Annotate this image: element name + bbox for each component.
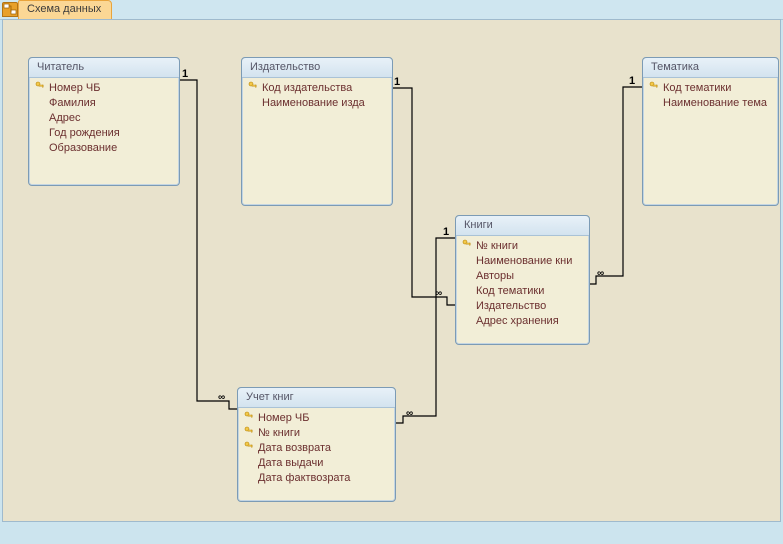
entity-body: Номер ЧБФамилияАдресГод рожденияОбразова… bbox=[29, 78, 179, 162]
field-label: № книги bbox=[256, 426, 300, 441]
field-label: Наименование кни bbox=[474, 254, 572, 269]
primary-key-icon bbox=[33, 81, 47, 96]
field-label: Фамилия bbox=[47, 96, 96, 111]
field-row[interactable]: Адрес bbox=[33, 111, 175, 126]
field-row[interactable]: Код тематики bbox=[647, 81, 774, 96]
field-label: Код тематики bbox=[474, 284, 544, 299]
field-row[interactable]: Образование bbox=[33, 141, 175, 156]
field-row[interactable]: Наименование кни bbox=[460, 254, 585, 269]
entity-title: Читатель bbox=[37, 61, 84, 73]
card-one: 1 bbox=[629, 75, 635, 87]
primary-key-icon bbox=[242, 411, 256, 426]
primary-key-icon bbox=[242, 441, 256, 456]
entity-body: Код издательстваНаименование изда bbox=[242, 78, 392, 117]
field-row[interactable]: Номер ЧБ bbox=[33, 81, 175, 96]
primary-key-icon bbox=[242, 426, 256, 441]
entity-header[interactable]: Тематика bbox=[643, 58, 778, 78]
field-label: Код тематики bbox=[661, 81, 731, 96]
field-label: Код издательства bbox=[260, 81, 352, 96]
tab-label: Схема данных bbox=[27, 3, 101, 15]
field-row[interactable]: Авторы bbox=[460, 269, 585, 284]
entity-ledger[interactable]: Учет книг Номер ЧБ№ книгиДата возвратаДа… bbox=[237, 387, 396, 502]
primary-key-icon bbox=[460, 239, 474, 254]
field-label: Адрес хранения bbox=[474, 314, 559, 329]
field-row[interactable]: Фамилия bbox=[33, 96, 175, 111]
entity-header[interactable]: Книги bbox=[456, 216, 589, 236]
field-label: Дата фактвозрата bbox=[256, 471, 350, 486]
entity-title: Тематика bbox=[651, 61, 699, 73]
field-label: Дата возврата bbox=[256, 441, 331, 456]
field-label: Издательство bbox=[474, 299, 546, 314]
entity-body: Код тематикиНаименование тема bbox=[643, 78, 778, 117]
field-row[interactable]: Дата фактвозрата bbox=[242, 471, 391, 486]
field-row[interactable]: Издательство bbox=[460, 299, 585, 314]
field-row[interactable]: Наименование тема bbox=[647, 96, 774, 111]
card-many: ∞ bbox=[435, 288, 441, 299]
field-row[interactable]: Наименование изда bbox=[246, 96, 388, 111]
field-row[interactable]: № книги bbox=[460, 239, 585, 254]
field-row[interactable]: Адрес хранения bbox=[460, 314, 585, 329]
entity-body: Номер ЧБ№ книгиДата возвратаДата выдачиД… bbox=[238, 408, 395, 492]
card-one: 1 bbox=[394, 76, 400, 88]
card-one: 1 bbox=[443, 226, 449, 238]
field-label: Номер ЧБ bbox=[47, 81, 100, 96]
entity-reader[interactable]: Читатель Номер ЧБФамилияАдресГод рождени… bbox=[28, 57, 180, 186]
entity-title: Издательство bbox=[250, 61, 320, 73]
relationships-icon bbox=[2, 2, 18, 17]
field-label: Образование bbox=[47, 141, 117, 156]
entity-topic[interactable]: Тематика Код тематикиНаименование тема bbox=[642, 57, 779, 206]
entity-title: Учет книг bbox=[246, 391, 294, 403]
relationships-canvas[interactable]: 1 ∞ 1 ∞ 1 ∞ 1 ∞ Читатель Номер ЧБФамилия… bbox=[2, 19, 781, 522]
field-label: Адрес bbox=[47, 111, 81, 126]
card-many: ∞ bbox=[597, 268, 603, 279]
field-label: Год рождения bbox=[47, 126, 120, 141]
card-many: ∞ bbox=[218, 392, 224, 403]
entity-publisher[interactable]: Издательство Код издательстваНаименовани… bbox=[241, 57, 393, 206]
card-one: 1 bbox=[182, 68, 188, 80]
primary-key-icon bbox=[246, 81, 260, 96]
field-label: Наименование тема bbox=[661, 96, 767, 111]
entity-header[interactable]: Читатель bbox=[29, 58, 179, 78]
tab-bar: Схема данных bbox=[0, 0, 783, 20]
field-row[interactable]: Год рождения bbox=[33, 126, 175, 141]
field-label: Дата выдачи bbox=[256, 456, 323, 471]
entity-title: Книги bbox=[464, 219, 493, 231]
field-label: Номер ЧБ bbox=[256, 411, 309, 426]
field-label: № книги bbox=[474, 239, 518, 254]
field-row[interactable]: Код издательства bbox=[246, 81, 388, 96]
field-row[interactable]: Дата выдачи bbox=[242, 456, 391, 471]
tab-relationships[interactable]: Схема данных bbox=[18, 0, 112, 20]
field-label: Наименование изда bbox=[260, 96, 365, 111]
entity-body: № книгиНаименование книАвторыКод тематик… bbox=[456, 236, 589, 335]
field-row[interactable]: Код тематики bbox=[460, 284, 585, 299]
entity-header[interactable]: Издательство bbox=[242, 58, 392, 78]
field-row[interactable]: № книги bbox=[242, 426, 391, 441]
entity-header[interactable]: Учет книг bbox=[238, 388, 395, 408]
field-label: Авторы bbox=[474, 269, 514, 284]
primary-key-icon bbox=[647, 81, 661, 96]
field-row[interactable]: Номер ЧБ bbox=[242, 411, 391, 426]
card-many: ∞ bbox=[406, 408, 412, 419]
entity-books[interactable]: Книги № книгиНаименование книАвторыКод т… bbox=[455, 215, 590, 345]
field-row[interactable]: Дата возврата bbox=[242, 441, 391, 456]
